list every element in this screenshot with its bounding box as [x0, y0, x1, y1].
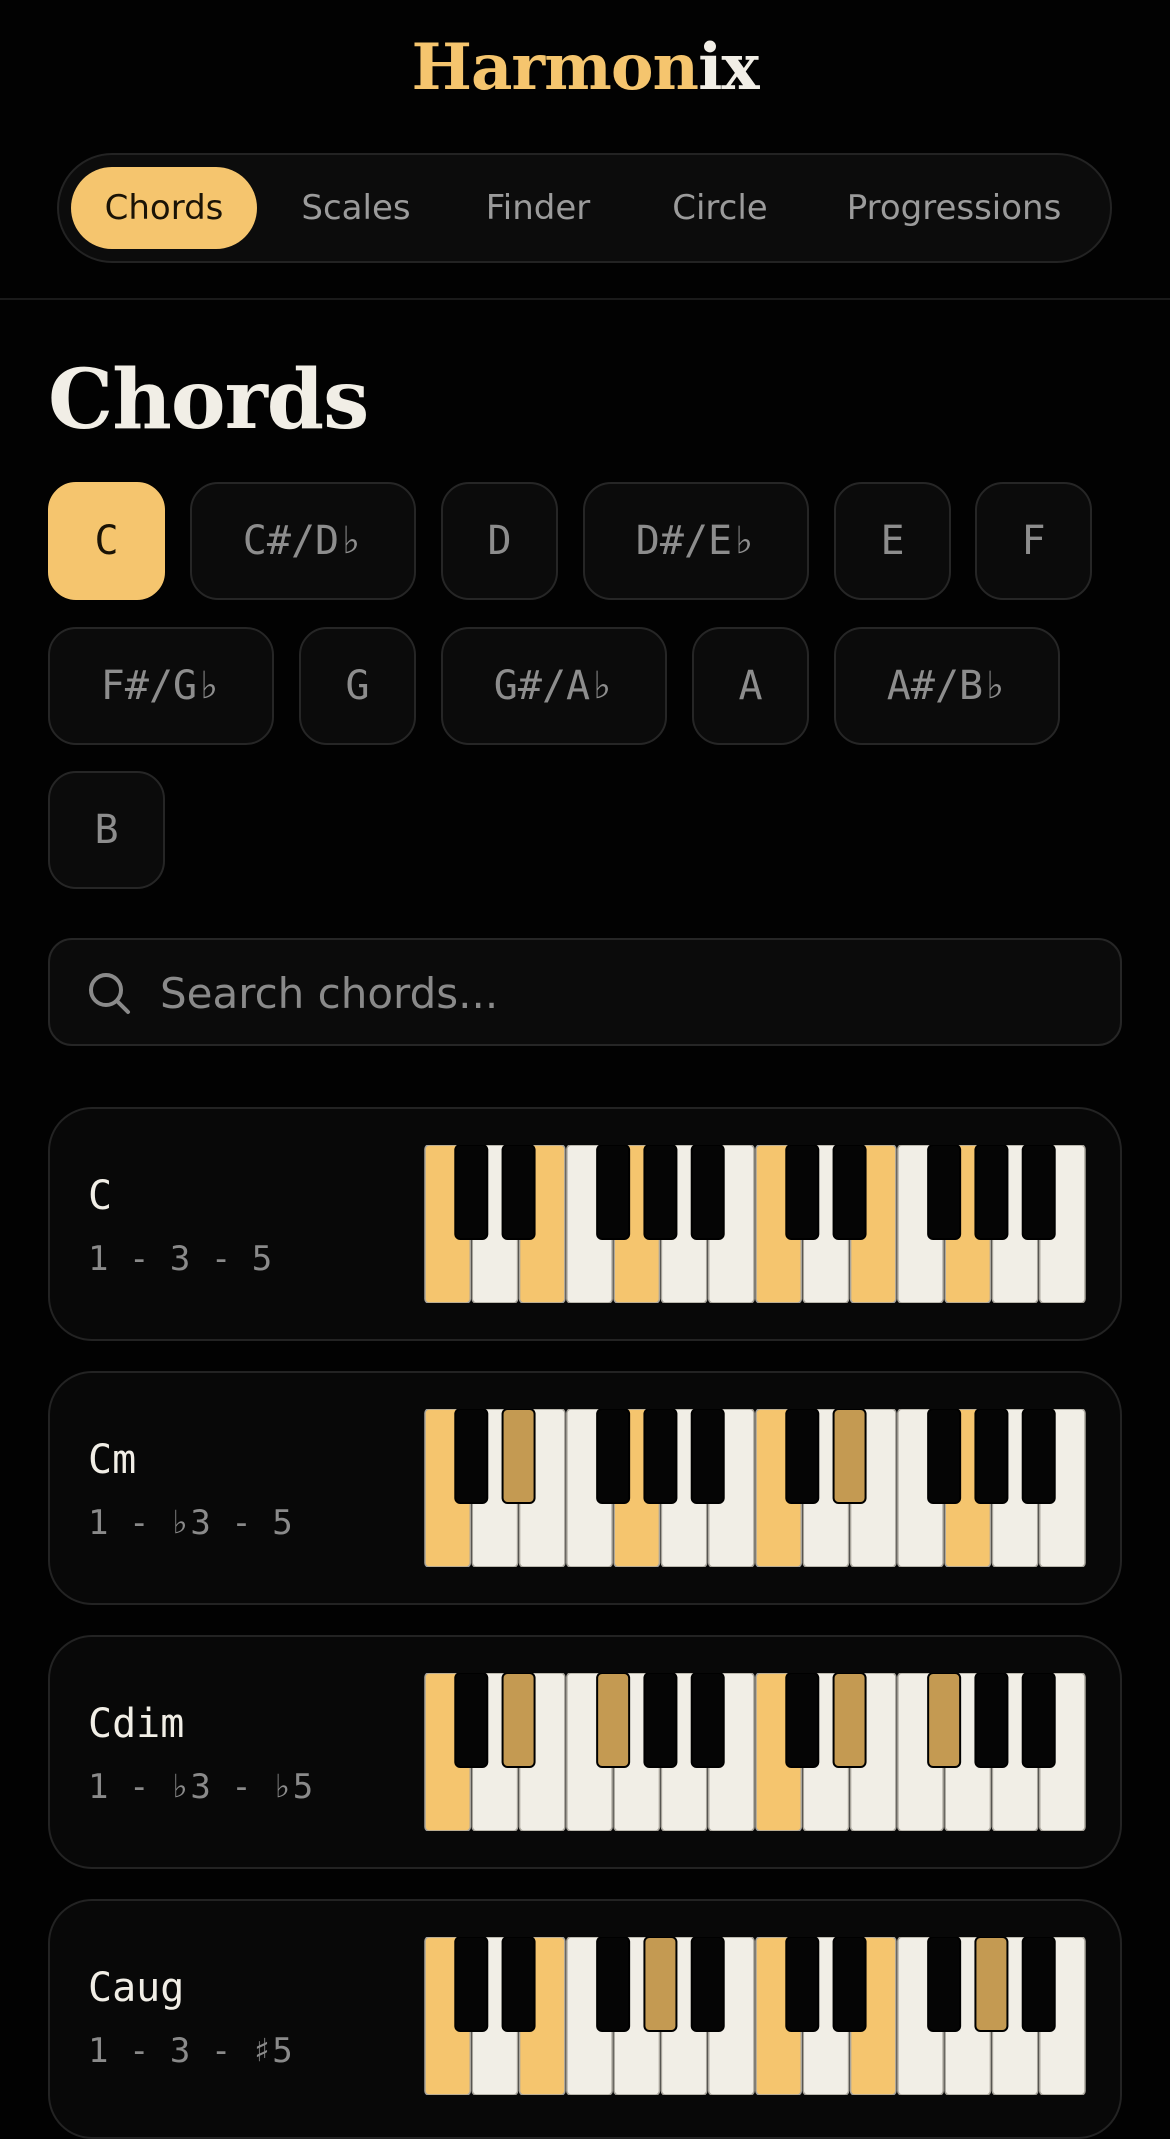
black-key	[690, 1409, 725, 1504]
piano-keyboard	[424, 1409, 1086, 1567]
page-title: Chords	[48, 352, 369, 448]
app-header: Harmonix Chords Scales Finder Circle Pro…	[0, 0, 1170, 300]
black-key-highlighted	[501, 1673, 536, 1768]
key-button-f-sharp[interactable]: F#/G♭	[48, 627, 274, 745]
chord-formula: 1 - ♭3 - ♭5	[88, 1767, 314, 1807]
chord-card-c-diminished[interactable]: Cdim 1 - ♭3 - ♭5	[48, 1635, 1122, 1869]
black-key	[643, 1673, 678, 1768]
black-key	[596, 1937, 631, 2032]
tab-progressions[interactable]: Progressions	[821, 167, 1087, 249]
piano-keyboard	[424, 1145, 1086, 1303]
black-key	[643, 1145, 678, 1240]
black-key-highlighted	[832, 1673, 867, 1768]
black-key	[832, 1145, 867, 1240]
chord-formula: 1 - ♭3 - 5	[88, 1503, 293, 1543]
main-tab-bar: Chords Scales Finder Circle Progressions	[57, 153, 1112, 263]
black-key	[927, 1145, 962, 1240]
black-key	[974, 1409, 1009, 1504]
black-key	[1021, 1937, 1056, 2032]
chord-name: Cm	[88, 1437, 137, 1483]
black-key	[690, 1937, 725, 2032]
search-icon	[89, 973, 130, 1014]
black-key	[785, 1145, 820, 1240]
chord-formula: 1 - 3 - 5	[88, 1239, 273, 1279]
black-key	[643, 1409, 678, 1504]
black-key	[1021, 1673, 1056, 1768]
black-key-highlighted	[501, 1409, 536, 1504]
black-key-highlighted	[927, 1673, 962, 1768]
black-key	[454, 1145, 489, 1240]
black-key	[832, 1937, 867, 2032]
black-key	[974, 1673, 1009, 1768]
key-button-g[interactable]: G	[299, 627, 416, 745]
black-key	[1021, 1409, 1056, 1504]
piano-keyboard	[424, 1673, 1086, 1831]
key-button-f[interactable]: F	[975, 482, 1092, 600]
black-key	[927, 1937, 962, 2032]
key-button-a-sharp[interactable]: A#/B♭	[834, 627, 1060, 745]
tab-finder[interactable]: Finder	[459, 167, 617, 249]
black-key	[454, 1937, 489, 2032]
black-key	[785, 1937, 820, 2032]
black-key-highlighted	[832, 1409, 867, 1504]
black-key	[454, 1673, 489, 1768]
tab-chords[interactable]: Chords	[71, 167, 257, 249]
chord-formula: 1 - 3 - ♯5	[88, 2031, 293, 2071]
key-button-d-sharp[interactable]: D#/E♭	[583, 482, 809, 600]
key-button-e[interactable]: E	[834, 482, 951, 600]
key-button-a[interactable]: A	[692, 627, 809, 745]
key-button-g-sharp[interactable]: G#/A♭	[441, 627, 667, 745]
chord-name: Caug	[88, 1965, 185, 2011]
black-key	[596, 1145, 631, 1240]
chord-name: Cdim	[88, 1701, 185, 1747]
black-key	[927, 1409, 962, 1504]
chord-card-c-minor[interactable]: Cm 1 - ♭3 - 5	[48, 1371, 1122, 1605]
black-key-highlighted	[643, 1937, 678, 2032]
black-key	[501, 1145, 536, 1240]
black-key	[454, 1409, 489, 1504]
key-button-b[interactable]: B	[48, 771, 165, 889]
black-key	[501, 1937, 536, 2032]
black-key-highlighted	[596, 1673, 631, 1768]
black-key	[974, 1145, 1009, 1240]
chord-card-c-major[interactable]: C 1 - 3 - 5	[48, 1107, 1122, 1341]
search-bar	[48, 938, 1122, 1046]
black-key	[690, 1145, 725, 1240]
chord-card-c-augmented[interactable]: Caug 1 - 3 - ♯5	[48, 1899, 1122, 2139]
key-button-c[interactable]: C	[48, 482, 165, 600]
tab-circle[interactable]: Circle	[645, 167, 795, 249]
search-input[interactable]	[160, 960, 1060, 1026]
black-key	[596, 1409, 631, 1504]
black-key	[785, 1409, 820, 1504]
key-button-d[interactable]: D	[441, 482, 558, 600]
piano-keyboard	[424, 1937, 1086, 2095]
black-key	[690, 1673, 725, 1768]
black-key	[785, 1673, 820, 1768]
black-key-highlighted	[974, 1937, 1009, 2032]
black-key	[1021, 1145, 1056, 1240]
key-button-c-sharp[interactable]: C#/D♭	[190, 482, 416, 600]
app-logo: Harmonix	[411, 30, 759, 105]
tab-scales[interactable]: Scales	[277, 167, 435, 249]
chord-name: C	[88, 1173, 113, 1219]
